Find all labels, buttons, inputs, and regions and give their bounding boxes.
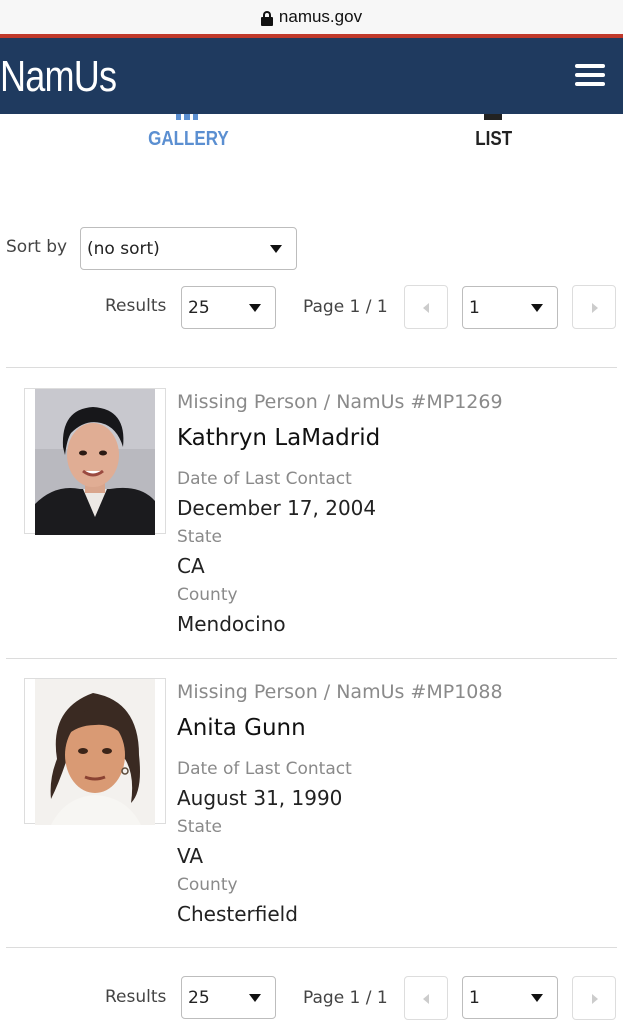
results-per-page-select[interactable]: 25	[181, 976, 276, 1019]
date-value: December 17, 2004	[177, 496, 377, 520]
county-label: County	[177, 585, 238, 605]
state-label: State	[177, 527, 222, 547]
case-name[interactable]: Kathryn LaMadrid	[177, 425, 380, 451]
divider	[6, 947, 617, 948]
chevron-left-icon	[423, 994, 429, 1004]
results-label: Results	[105, 296, 167, 316]
hamburger-menu-icon[interactable]	[575, 64, 605, 88]
tab-list[interactable]: LIST	[444, 114, 544, 151]
tab-gallery-label: GALLERY	[147, 128, 229, 150]
prev-page-button[interactable]	[404, 976, 448, 1020]
chevron-right-icon	[592, 303, 598, 313]
state-value: CA	[177, 554, 205, 578]
chevron-down-icon	[249, 303, 261, 312]
person-photo-icon	[35, 389, 155, 535]
county-value: Chesterfield	[177, 902, 298, 926]
chevron-down-icon	[531, 303, 543, 312]
lock-icon	[260, 10, 273, 26]
sort-label: Sort by	[6, 237, 68, 257]
next-page-button[interactable]	[572, 285, 616, 329]
case-photo[interactable]	[24, 388, 166, 535]
case-meta: Missing Person / NamUs #MP1269	[177, 391, 503, 413]
results-per-page-value: 25	[188, 987, 210, 1008]
chevron-left-icon	[423, 303, 429, 313]
tab-list-label: LIST	[475, 128, 513, 150]
chevron-down-icon	[249, 993, 261, 1002]
divider	[6, 367, 617, 368]
results-per-page-value: 25	[188, 297, 210, 318]
sort-select-value: (no sort)	[87, 238, 160, 259]
list-icon	[484, 114, 502, 120]
date-value: August 31, 1990	[177, 786, 343, 810]
date-label: Date of Last Contact	[177, 469, 352, 489]
page-indicator: Page 1 / 1	[303, 297, 388, 317]
case-name[interactable]: Anita Gunn	[177, 715, 306, 741]
site-header: NamUs	[0, 38, 623, 114]
prev-page-button[interactable]	[404, 285, 448, 329]
namus-logo[interactable]: NamUs	[0, 52, 117, 102]
page-select-value: 1	[469, 987, 480, 1008]
chevron-right-icon	[592, 994, 598, 1004]
page-select-value: 1	[469, 297, 480, 318]
next-page-button[interactable]	[572, 976, 616, 1020]
gallery-icon	[176, 114, 198, 120]
sort-select[interactable]: (no sort)	[80, 227, 297, 270]
chevron-down-icon	[531, 993, 543, 1002]
state-value: VA	[177, 844, 204, 868]
page-select[interactable]: 1	[462, 286, 558, 329]
divider	[6, 658, 617, 659]
county-value: Mendocino	[177, 612, 286, 636]
results-per-page-select[interactable]: 25	[181, 286, 276, 329]
chevron-down-icon	[270, 244, 282, 253]
date-label: Date of Last Contact	[177, 759, 352, 779]
page-select[interactable]: 1	[462, 976, 558, 1019]
url-text: namus.gov	[278, 7, 363, 26]
county-label: County	[177, 875, 238, 895]
person-photo-icon	[35, 679, 155, 825]
page-indicator: Page 1 / 1	[303, 988, 388, 1008]
case-photo[interactable]	[24, 678, 166, 825]
results-label: Results	[105, 987, 167, 1007]
browser-address-bar[interactable]: namus.gov	[0, 0, 623, 34]
state-label: State	[177, 817, 222, 837]
tab-gallery[interactable]: GALLERY	[138, 114, 238, 151]
case-meta: Missing Person / NamUs #MP1088	[177, 681, 503, 703]
